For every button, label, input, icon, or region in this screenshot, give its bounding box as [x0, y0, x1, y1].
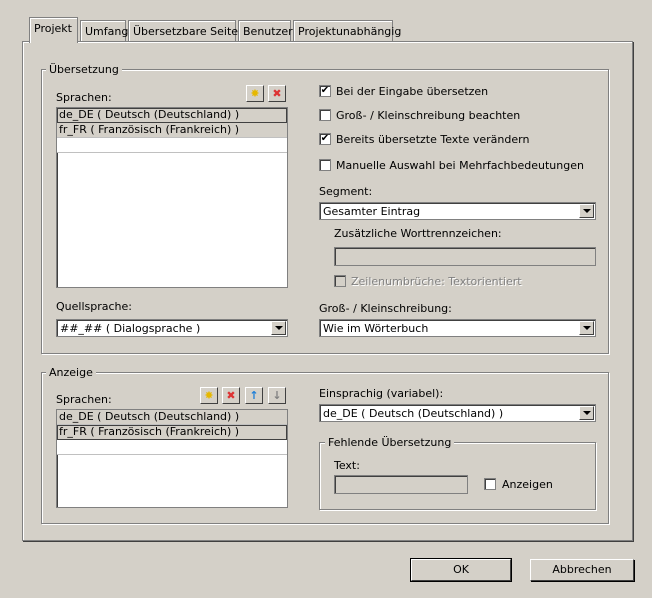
list-item[interactable]: de_DE ( Deutsch (Deutschland) ) [57, 410, 287, 425]
tab-umfang[interactable]: Umfang [80, 20, 128, 42]
source-language-value: ##_## ( Dialogsprache ) [60, 322, 201, 335]
move-down-button[interactable]: ↓ [268, 387, 286, 404]
manual-selection-label: Manuelle Auswahl bei Mehrfachbedeutungen [336, 159, 584, 172]
translation-group-title: Übersetzung [46, 63, 122, 76]
star-icon: ✸ [204, 389, 214, 402]
list-item-empty[interactable] [57, 138, 287, 153]
checkbox-line-breaks[interactable] [334, 275, 346, 287]
chevron-down-icon[interactable] [271, 321, 286, 335]
display-languages-list[interactable]: de_DE ( Deutsch (Deutschland) ) fr_FR ( … [56, 409, 288, 508]
case-select[interactable]: Wie im Wörterbuch [319, 319, 596, 337]
move-up-button[interactable]: ↑ [245, 387, 263, 404]
extra-separators-label: Zusätzliche Worttrennzeichen: [334, 227, 502, 240]
checkbox-translate-on-input[interactable]: ✔ [319, 85, 331, 97]
segment-select[interactable]: Gesamter Eintrag [319, 202, 596, 220]
chevron-down-icon[interactable] [579, 321, 594, 335]
display-group-title: Anzeige [46, 366, 96, 379]
missing-text-input[interactable] [334, 475, 468, 494]
line-breaks-label: Zeilenumbrüche: Textorientiert [351, 275, 522, 288]
list-item[interactable]: fr_FR ( Französisch (Frankreich) ) [57, 123, 287, 138]
list-item-empty[interactable] [57, 440, 287, 455]
tab-benutzer[interactable]: Benutzer [238, 20, 293, 42]
chevron-down-icon[interactable] [579, 204, 594, 218]
missing-translation-title: Fehlende Übersetzung [325, 436, 455, 449]
case-label: Groß- / Kleinschreibung: [319, 302, 452, 315]
modify-translated-label: Bereits übersetzte Texte verändern [336, 133, 530, 146]
segment-value: Gesamter Eintrag [323, 205, 421, 218]
extra-separators-input[interactable] [334, 247, 596, 266]
tab-projektunabhaengig[interactable]: Projektunabhängig [293, 20, 401, 42]
tab-uebersetzbare-seiten[interactable]: Übersetzbare Seiten [128, 20, 245, 42]
checkbox-modify-translated[interactable]: ✔ [319, 133, 331, 145]
translation-languages-list[interactable]: de_DE ( Deutsch (Deutschland) ) fr_FR ( … [56, 107, 288, 288]
delete-icon: ✖ [272, 87, 282, 100]
translation-languages-label: Sprachen: [56, 91, 112, 104]
checkbox-case-sensitive[interactable] [319, 109, 331, 121]
case-sensitive-label: Groß- / Kleinschreibung beachten [336, 109, 521, 122]
cancel-button[interactable]: Abbrechen [530, 559, 634, 581]
checkbox-manual-selection[interactable] [319, 159, 331, 171]
arrow-up-icon: ↑ [249, 389, 259, 402]
list-item[interactable]: de_DE ( Deutsch (Deutschland) ) [57, 108, 287, 123]
chevron-down-icon[interactable] [579, 406, 594, 420]
add-language-button[interactable]: ✸ [246, 85, 264, 102]
text-label: Text: [334, 459, 360, 472]
arrow-down-icon: ↓ [272, 389, 282, 402]
monolingual-label: Einsprachig (variabel): [319, 387, 444, 400]
translate-on-input-label: Bei der Eingabe übersetzen [336, 85, 489, 98]
star-icon: ✸ [250, 87, 260, 100]
add-display-language-button[interactable]: ✸ [200, 387, 218, 404]
delete-icon: ✖ [226, 389, 236, 402]
remove-language-button[interactable]: ✖ [268, 85, 286, 102]
segment-label: Segment: [319, 185, 373, 198]
source-language-select[interactable]: ##_## ( Dialogsprache ) [56, 319, 288, 337]
checkbox-show-missing[interactable] [484, 478, 496, 490]
list-item[interactable]: fr_FR ( Französisch (Frankreich) ) [57, 425, 287, 440]
monolingual-select[interactable]: de_DE ( Deutsch (Deutschland) ) [319, 404, 596, 422]
remove-display-language-button[interactable]: ✖ [222, 387, 240, 404]
show-missing-label: Anzeigen [502, 478, 553, 491]
display-languages-label: Sprachen: [56, 393, 112, 406]
source-language-label: Quellsprache: [56, 300, 132, 313]
ok-button[interactable]: OK [410, 558, 512, 582]
tab-projekt[interactable]: Projekt [29, 17, 78, 43]
case-value: Wie im Wörterbuch [323, 322, 429, 335]
monolingual-value: de_DE ( Deutsch (Deutschland) ) [323, 407, 504, 420]
